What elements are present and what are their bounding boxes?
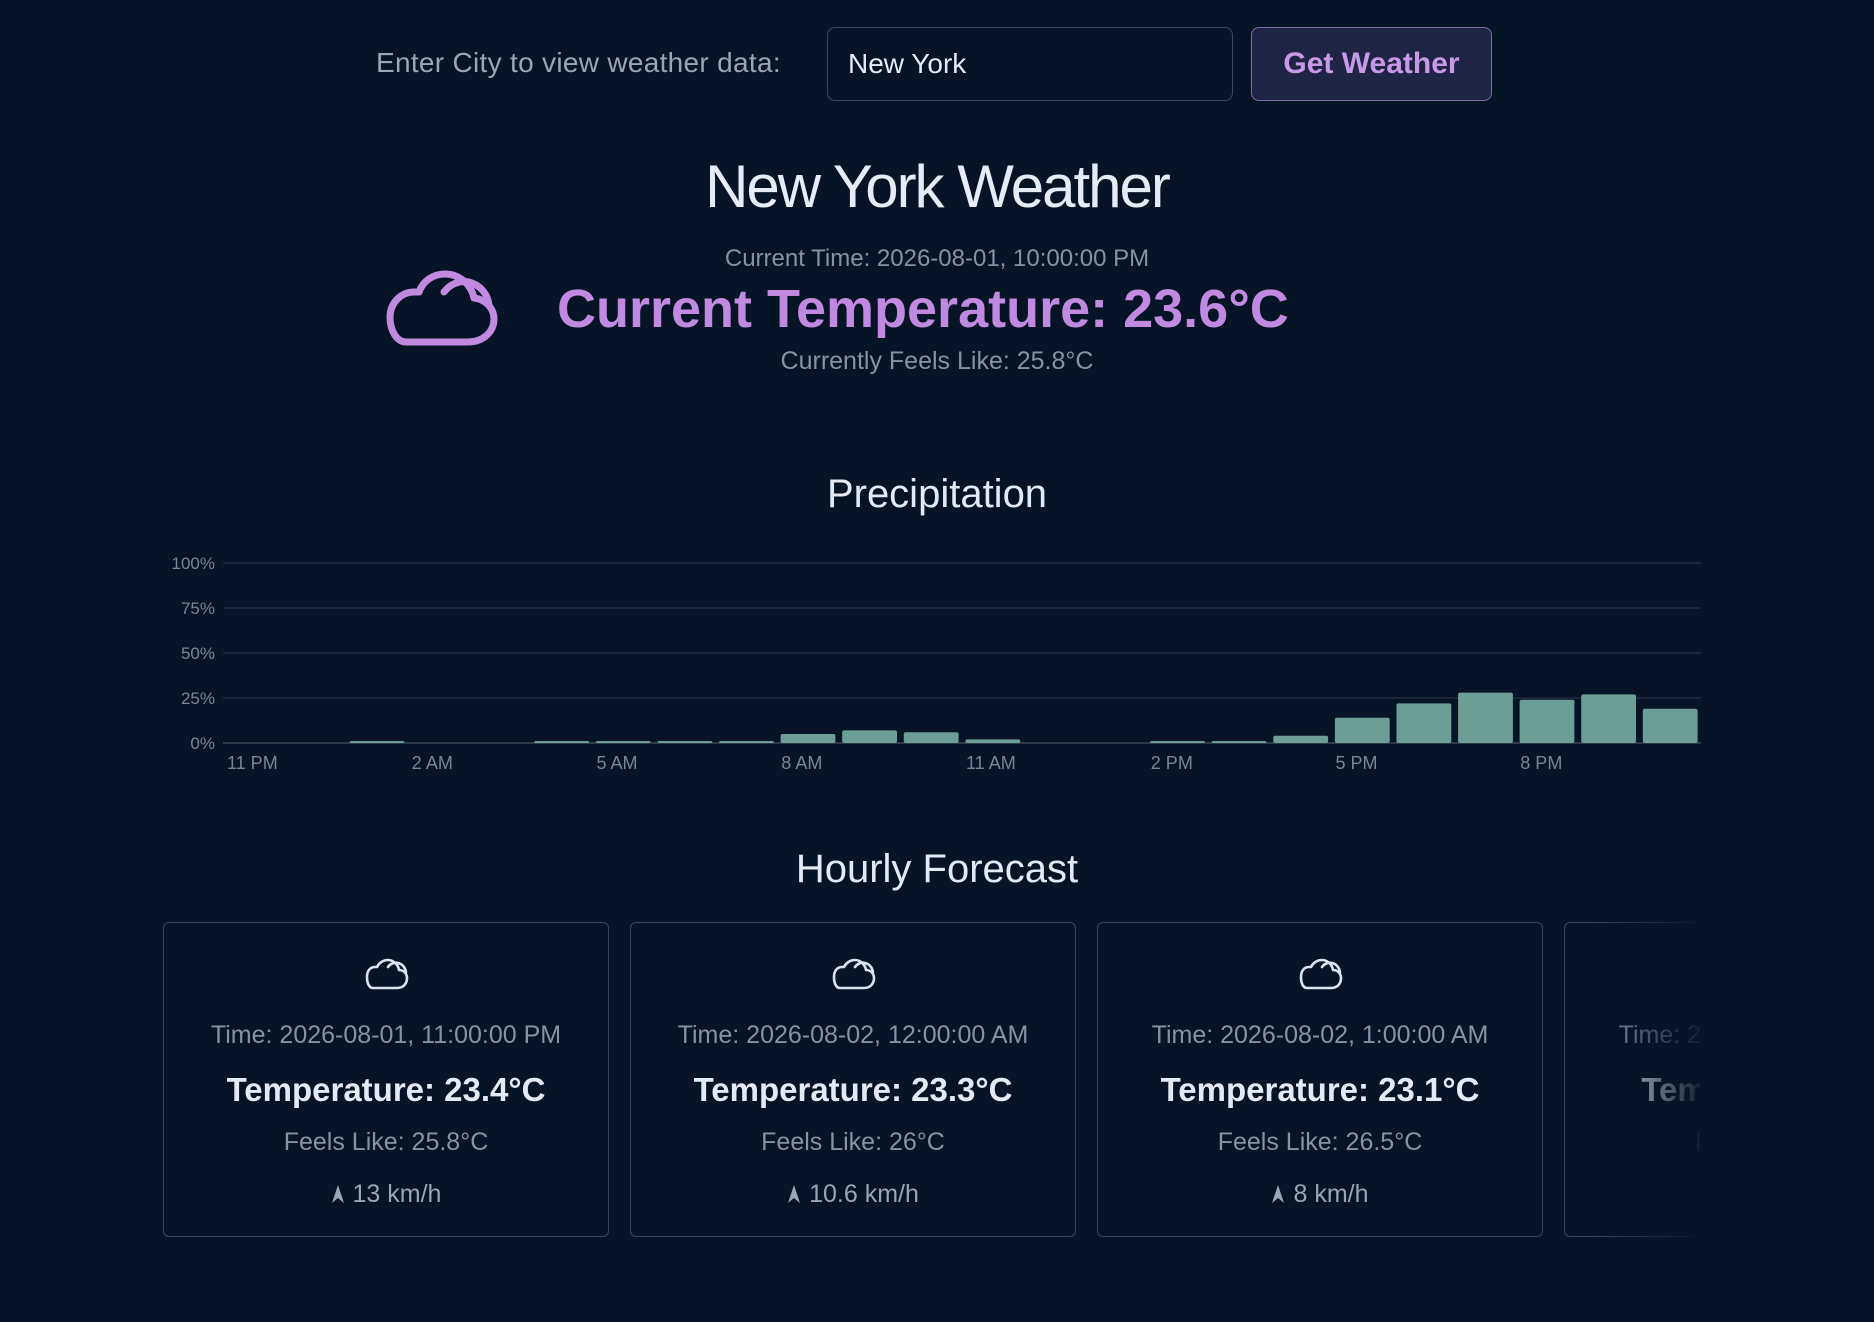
cloud-icon bbox=[1299, 958, 1343, 990]
precipitation-bar[interactable] bbox=[1211, 741, 1267, 743]
precipitation-bar[interactable] bbox=[1273, 735, 1329, 743]
y-tick-label: 75% bbox=[181, 599, 215, 618]
precipitation-bar[interactable] bbox=[1150, 741, 1205, 743]
hourly-feels-like: Feels Like: 26°C bbox=[1565, 1128, 1700, 1157]
current-temperature: Current Temperature: 23.6°C bbox=[557, 279, 1289, 339]
city-search-label: Enter City to view weather data: bbox=[376, 47, 781, 78]
cloud-icon bbox=[365, 958, 409, 990]
precipitation-bar[interactable] bbox=[1642, 708, 1698, 743]
wind-direction-icon bbox=[1272, 1185, 1285, 1203]
x-tick-label: 11 PM bbox=[227, 753, 278, 773]
precipitation-bar[interactable] bbox=[1458, 692, 1513, 743]
x-tick-label: 11 AM bbox=[966, 753, 1016, 773]
hourly-temperature: Temperature: 23.3°C bbox=[693, 1071, 1013, 1108]
hourly-forecast-title: Hourly Forecast bbox=[795, 847, 1079, 891]
hourly-time: Time: 2026-08-02, 1:00:00 AM bbox=[1151, 1021, 1489, 1049]
x-tick-label: 5 AM bbox=[597, 753, 638, 773]
hourly-feels-like: Feels Like: 25.8°C bbox=[283, 1128, 489, 1156]
hourly-temperature: Temperature: 23.4°C bbox=[226, 1071, 546, 1108]
precipitation-bar[interactable] bbox=[1519, 699, 1575, 743]
wind-direction-icon bbox=[788, 1185, 801, 1203]
precipitation-bar[interactable] bbox=[349, 741, 405, 743]
city-input[interactable] bbox=[827, 27, 1233, 101]
precipitation-bar[interactable] bbox=[780, 734, 836, 743]
x-tick-label: 2 AM bbox=[412, 753, 453, 773]
precipitation-bar[interactable] bbox=[903, 732, 959, 743]
precipitation-bar[interactable] bbox=[965, 739, 1021, 743]
precipitation-bar[interactable] bbox=[1396, 703, 1452, 743]
hourly-temperature: Temperature: 23°C bbox=[1641, 1071, 1700, 1108]
precipitation-title: Precipitation bbox=[826, 472, 1048, 516]
hourly-wind: 7 km/h bbox=[1565, 1180, 1700, 1209]
x-tick-label: 5 PM bbox=[1336, 753, 1378, 773]
hourly-card: Time: 2026-08-01, 11:00:00 PM Temperature… bbox=[163, 922, 609, 1237]
hourly-wind-speed: 8 km/h bbox=[1293, 1180, 1369, 1208]
hourly-forecast-carousel[interactable]: Time: 2026-08-01, 11:00:00 PM Temperature… bbox=[163, 922, 1700, 1238]
precipitation-bar[interactable] bbox=[1334, 717, 1390, 743]
precipitation-bar[interactable] bbox=[719, 741, 774, 743]
hourly-wind-speed: 10.6 km/h bbox=[809, 1180, 919, 1208]
precipitation-bar[interactable] bbox=[842, 730, 897, 743]
x-tick-label: 2 PM bbox=[1151, 753, 1193, 773]
hourly-card: Time: 2026-08-02, 12:00:00 AM Temperature… bbox=[630, 922, 1076, 1237]
cloud-icon bbox=[386, 270, 498, 346]
current-feels-like: Currently Feels Like: 25.8°C bbox=[780, 347, 1094, 375]
y-tick-label: 25% bbox=[181, 689, 215, 708]
precipitation-chart: 0% 25% 50% 75% 100% 11 PM 2 AM 5 AM 8 AM 11 AM 2 P… bbox=[172, 554, 1701, 773]
hourly-temperature: Temperature: 23.1°C bbox=[1160, 1071, 1480, 1108]
y-tick-label: 100% bbox=[172, 554, 215, 573]
wind-direction-icon bbox=[331, 1185, 344, 1203]
cloud-icon bbox=[832, 958, 876, 990]
y-tick-label: 0% bbox=[190, 734, 215, 753]
hourly-time: Time: 2026-08-02, 12:00:00 AM bbox=[677, 1021, 1029, 1049]
hourly-time: Time: 2026-08-02, 2:00:00 AM bbox=[1618, 1021, 1700, 1049]
hourly-wind: 8 km/h bbox=[1098, 1180, 1542, 1209]
hourly-card: Time: 2026-08-02, 1:00:00 AM Temperature:… bbox=[1097, 922, 1543, 1237]
x-tick-label: 8 AM bbox=[781, 753, 822, 773]
precipitation-bar[interactable] bbox=[534, 741, 590, 743]
precipitation-bar[interactable] bbox=[657, 741, 713, 743]
hourly-wind-speed: 13 km/h bbox=[352, 1180, 442, 1208]
hourly-feels-like: Feels Like: 26.5°C bbox=[1217, 1128, 1423, 1156]
precipitation-bar[interactable] bbox=[595, 741, 651, 743]
search-row: Enter City to view weather data: Get Wea… bbox=[0, 27, 1874, 101]
y-tick-label: 50% bbox=[181, 644, 215, 663]
hourly-wind: 13 km/h bbox=[164, 1180, 608, 1209]
precipitation-bar[interactable] bbox=[1581, 694, 1636, 743]
hourly-wind: 10.6 km/h bbox=[631, 1180, 1075, 1209]
get-weather-button[interactable]: Get Weather bbox=[1251, 27, 1492, 101]
hourly-feels-like: Feels Like: 26°C bbox=[761, 1128, 945, 1156]
hourly-time: Time: 2026-08-01, 11:00:00 PM bbox=[210, 1021, 562, 1049]
page-title: New York Weather bbox=[705, 153, 1171, 220]
x-tick-label: 8 PM bbox=[1520, 753, 1562, 773]
current-time: Current Time: 2026-08-01, 10:00:00 PM bbox=[724, 245, 1150, 272]
hourly-card: Time: 2026-08-02, 2:00:00 AM Temperature:… bbox=[1564, 922, 1700, 1237]
